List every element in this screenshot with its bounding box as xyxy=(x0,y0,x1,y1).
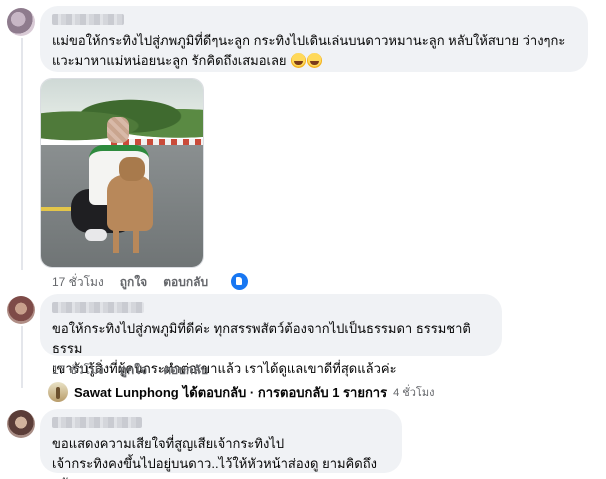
crying-face-emoji xyxy=(307,53,323,68)
thread-line xyxy=(21,38,23,270)
commenter-name-blurred[interactable] xyxy=(52,302,144,313)
comment-time[interactable]: 17 ชั่วโมง xyxy=(52,273,104,292)
reply-button[interactable]: ตอบกลับ xyxy=(163,273,208,292)
avatar[interactable] xyxy=(7,296,35,324)
commenter-name-blurred[interactable] xyxy=(52,417,142,428)
like-reaction-icon[interactable] xyxy=(229,271,250,292)
comment-bubble: ขอให้กระทิงไปสู่ภพภูมิที่ดีค่ะ ทุกสรรพสั… xyxy=(40,294,502,376)
like-button[interactable]: ถูกใจ xyxy=(120,361,147,380)
like-button[interactable]: ถูกใจ xyxy=(120,273,147,292)
replies-summary[interactable]: Sawat Lunphong ได้ตอบกลับ · การตอบกลับ 1… xyxy=(48,382,434,402)
reply-author-name[interactable]: Sawat Lunphong xyxy=(74,385,179,400)
comment-text: แม่ขอให้กระทิงไปสู่ภพภูมิที่ดีๆนะลูก กระ… xyxy=(52,33,566,68)
crying-face-emoji xyxy=(291,53,307,68)
reply-time: 4 ชั่วโมง xyxy=(393,387,435,399)
reply-summary-text[interactable]: ได้ตอบกลับ · การตอบกลับ 1 รายการ xyxy=(183,382,387,403)
comment-photo[interactable] xyxy=(40,78,204,268)
comment-bubble: ขอแสดงความเสียใจที่สูญเสียเจ้ากระทิงไป เ… xyxy=(40,409,402,479)
reply-button[interactable]: ตอบกลับ xyxy=(163,361,208,380)
comment-time[interactable]: 17 ชั่วโมง xyxy=(52,361,104,380)
blurred-face xyxy=(107,117,129,143)
avatar[interactable] xyxy=(7,8,35,36)
comment-meta: 17 ชั่วโมง ถูกใจ ตอบกลับ xyxy=(52,362,224,378)
comment-text: ขอแสดงความเสียใจที่สูญเสียเจ้ากระทิงไป เ… xyxy=(52,436,377,479)
dog xyxy=(107,175,153,231)
comment-meta: 17 ชั่วโมง ถูกใจ ตอบกลับ xyxy=(52,274,224,290)
reply-avatar xyxy=(48,382,68,402)
comment-bubble: แม่ขอให้กระทิงไปสู่ภพภูมิที่ดีๆนะลูก กระ… xyxy=(40,6,588,72)
thread-line xyxy=(21,326,23,388)
commenter-name-blurred[interactable] xyxy=(52,14,124,25)
avatar[interactable] xyxy=(7,410,35,438)
